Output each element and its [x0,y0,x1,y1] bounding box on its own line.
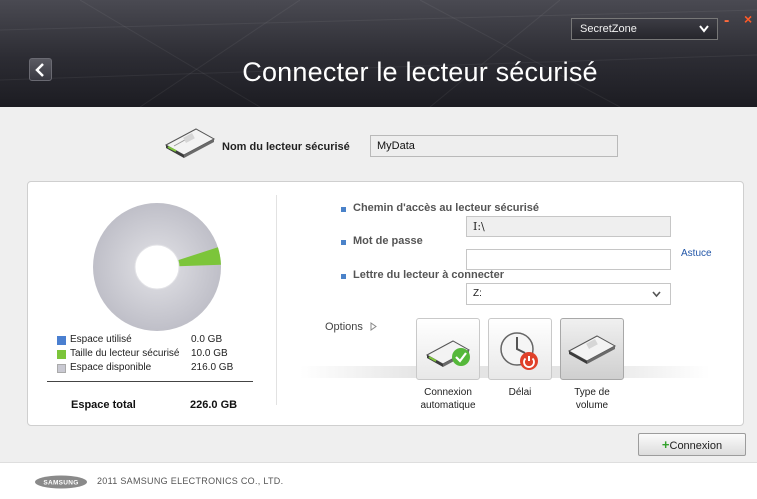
chevron-down-icon [652,291,661,298]
usage-legend: Espace utilisé 0.0 GB Taille du lecteur … [57,334,257,376]
total-space-value: 226.0 GB [190,399,238,411]
drive-letter-value: Z: [473,288,482,299]
pie-hole [134,244,180,290]
legend-value: 0.0 GB [191,334,223,345]
volume-type-label-line2: volume [575,400,609,411]
minimize-button[interactable]: - [724,12,729,30]
plus-icon: + [661,437,670,452]
triangle-right-icon [370,322,377,331]
bullet-icon [341,240,346,245]
delay-label: Délai [488,386,552,399]
legend-swatch-secure [57,350,66,359]
legend-label: Espace utilisé [70,334,132,345]
drive-check-icon [425,340,471,367]
volume-type-label: Type de volume [556,386,628,412]
total-space-label: Espace total [71,399,136,411]
legend-used: Espace utilisé 0.0 GB [57,334,257,348]
drive-letter-select[interactable]: Z: [466,283,671,305]
path-label: Chemin d'accès au lecteur sécurisé [353,202,540,214]
clock-power-icon [500,332,538,370]
legend-available: Espace disponible 216.0 GB [57,362,257,376]
legend-divider [47,381,253,382]
secure-drive-icon [164,128,216,158]
copyright-text: 2011 SAMSUNG ELECTRONICS CO., LTD. [97,476,284,486]
delay-label-line1: Délai [508,387,532,398]
panel-divider [276,195,277,405]
drive-name-field[interactable]: MyData [370,135,618,157]
back-button[interactable] [29,58,52,81]
auto-connect-label: Connexion automatique [406,386,490,412]
bullet-icon [341,274,346,279]
page-title: Connecter le lecteur sécurisé [242,57,598,87]
legend-secure: Taille du lecteur sécurisé 10.0 GB [57,348,257,362]
samsung-logo: SAMSUNG [35,475,87,489]
svg-text:SAMSUNG: SAMSUNG [43,480,78,487]
legend-label: Taille du lecteur sécurisé [70,348,180,359]
disk-usage-pie [93,203,221,331]
header-decoration [0,0,757,107]
hint-link[interactable]: Astuce [681,248,712,259]
path-field[interactable]: I:\ [466,216,671,237]
bullet-icon [341,207,346,212]
drive-type-icon [567,335,617,364]
chevron-left-icon [35,63,44,77]
volume-type-label-line1: Type de [574,387,610,398]
app-select-value: SecretZone [580,23,637,35]
delay-option[interactable] [488,318,552,380]
legend-value: 10.0 GB [191,348,228,359]
legend-label: Espace disponible [70,362,152,373]
drive-name-label: Nom du lecteur sécurisé [222,141,350,153]
password-label: Mot de passe [353,235,423,247]
connect-button[interactable]: +Connexion [638,433,746,456]
options-label: Options [325,321,363,333]
options-toggle[interactable]: Options [325,321,378,333]
legend-value: 216.0 GB [191,362,234,373]
auto-connect-label-line2: automatique [420,400,476,411]
auto-connect-label-line1: Connexion [424,387,472,398]
chevron-down-icon [699,25,709,33]
close-button[interactable]: × [744,11,752,27]
auto-connect-option[interactable] [416,318,480,380]
legend-swatch-used [57,336,66,345]
volume-type-option[interactable] [560,318,624,380]
password-field[interactable] [466,249,671,270]
legend-swatch-available [57,364,66,373]
app-select[interactable]: SecretZone [571,18,718,40]
connect-button-label: Connexion [669,440,723,452]
drive-letter-label: Lettre du lecteur à connecter [353,269,504,281]
